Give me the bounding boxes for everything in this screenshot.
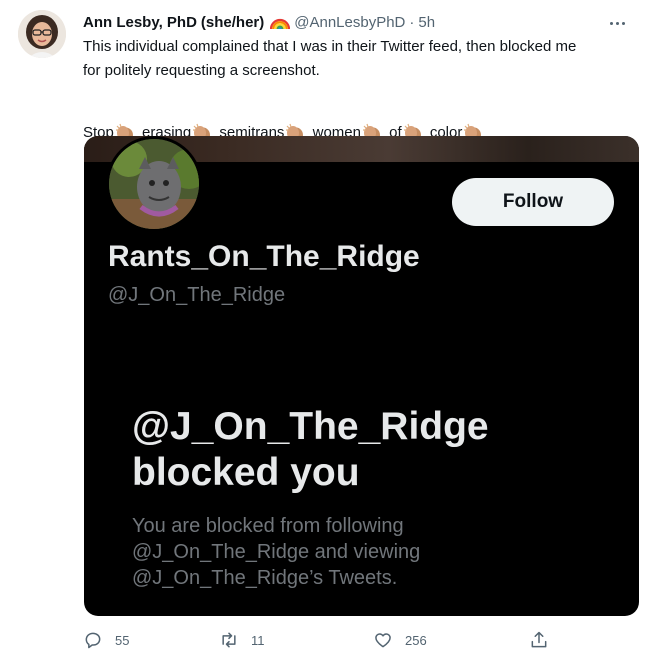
author-avatar[interactable] bbox=[18, 10, 66, 58]
blocked-desc-line: You are blocked from following bbox=[132, 515, 404, 537]
like-count: 256 bbox=[405, 632, 427, 648]
blocked-description: You are blocked from following @J_On_The… bbox=[132, 513, 612, 591]
reply-count: 55 bbox=[115, 632, 130, 648]
tweet-text-line: for politely requesting a screenshot. bbox=[83, 62, 320, 79]
rainbow-icon bbox=[270, 14, 291, 30]
share-button[interactable] bbox=[529, 626, 561, 654]
attached-screenshot[interactable]: Follow Rants_On_The_Ridge @J_On_The_Ridg… bbox=[84, 136, 639, 616]
blocked-desc-line: @J_On_The_Ridge and viewing bbox=[132, 541, 421, 563]
reply-icon bbox=[85, 632, 101, 649]
heart-icon bbox=[375, 633, 391, 648]
retweet-count: 11 bbox=[251, 632, 265, 648]
tweet-actions: 55 11 256 bbox=[83, 626, 553, 654]
profile-display-name: Rants_On_The_Ridge bbox=[108, 240, 420, 273]
blocked-title: @J_On_The_Ridge blocked you bbox=[132, 404, 489, 496]
like-button[interactable]: 256 bbox=[373, 626, 427, 654]
profile-handle: @J_On_The_Ridge bbox=[108, 284, 286, 306]
author-name[interactable]: Ann Lesby, PhD bbox=[83, 14, 197, 31]
follow-button[interactable]: Follow bbox=[452, 178, 614, 226]
tweet-text: This individual complained that I was in… bbox=[83, 35, 638, 145]
blocked-desc-line: @J_On_The_Ridge’s Tweets. bbox=[132, 567, 398, 589]
tweet-header: Ann Lesby, PhD (she/her) @AnnLesbyPhD · … bbox=[83, 11, 630, 33]
retweet-icon bbox=[222, 632, 236, 648]
author-handle[interactable]: @AnnLesbyPhD bbox=[294, 14, 405, 31]
tweet-text-line: This individual complained that I was in… bbox=[83, 38, 577, 55]
reply-button[interactable]: 55 bbox=[83, 626, 129, 654]
more-options-icon[interactable] bbox=[608, 12, 632, 32]
profile-avatar bbox=[106, 136, 202, 232]
separator-dot: · bbox=[409, 13, 415, 31]
tweet-timestamp[interactable]: 5h bbox=[418, 14, 435, 31]
blocked-title-line: blocked you bbox=[132, 451, 360, 494]
blocked-title-line: @J_On_The_Ridge bbox=[132, 405, 489, 448]
share-icon bbox=[531, 631, 547, 648]
retweet-button[interactable]: 11 bbox=[219, 626, 265, 654]
author-pronouns[interactable]: (she/her) bbox=[201, 14, 264, 31]
